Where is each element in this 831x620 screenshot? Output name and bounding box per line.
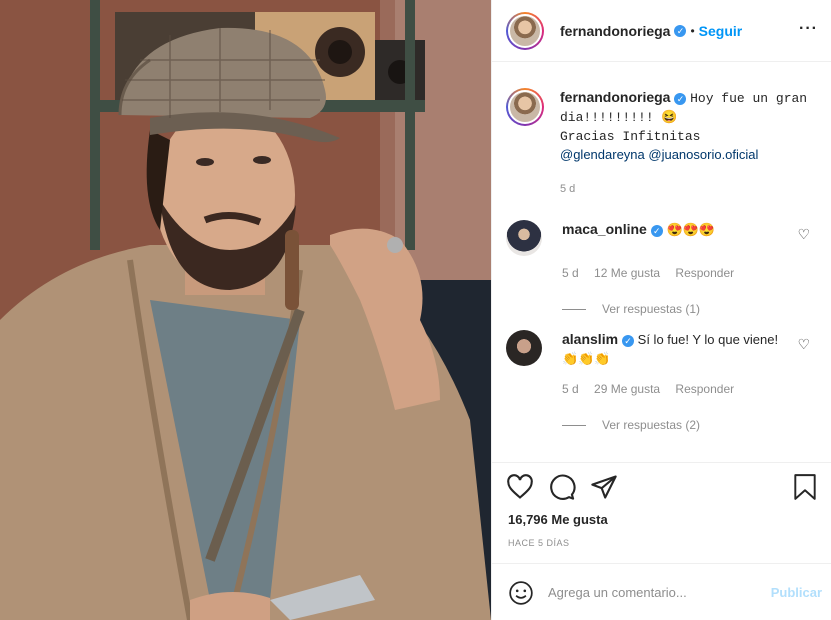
caption-avatar[interactable] [506,88,544,126]
comment-likes[interactable]: 29 Me gusta [594,382,660,396]
post-header: fernandonoriega ✓ • Seguir ··· [492,0,831,62]
comment-item: maca_online ✓ 😍😍😍 ♡ 5 d 12 Me gusta Respo… [506,220,826,316]
author-username[interactable]: fernandonoriega [560,23,670,39]
likes-count[interactable]: 16,796 Me gusta [508,512,608,527]
caption-username[interactable]: fernandonoriega [560,89,670,105]
caption-text-line3: Gracias Infitnitas [560,129,701,144]
replies-divider [562,308,586,310]
comment-input[interactable]: Agrega un comentario... [548,585,771,600]
commenter-avatar[interactable] [506,330,542,366]
commenter-username[interactable]: maca_online [562,221,647,237]
view-replies-button[interactable]: Ver respuestas (1) [602,302,700,316]
view-replies-button[interactable]: Ver respuestas (2) [602,418,700,432]
comment-text: 😍😍😍 [666,222,716,237]
comment-likes[interactable]: 12 Me gusta [594,266,660,280]
action-bar: 16,796 Me gusta HACE 5 DÍAS Agrega un co… [492,462,831,620]
author-avatar[interactable] [506,11,544,50]
post-timestamp: HACE 5 DÍAS [508,538,570,548]
verified-icon: ✓ [650,225,663,237]
reply-button[interactable]: Responder [675,266,734,280]
comment-item: alanslim ✓ Sí lo fue! Y lo que viene!👏👏👏 … [506,330,826,432]
add-comment-bar: Agrega un comentario... Publicar [492,563,831,620]
comment-icon[interactable] [548,473,576,501]
post-caption: fernandonoriega ✓ Hoy fue un gran dia!!!!… [506,88,826,198]
caption-age: 5 d [560,183,576,195]
publish-button[interactable]: Publicar [771,585,822,600]
reply-button[interactable]: Responder [675,382,734,396]
replies-divider [562,424,586,426]
post-sidebar: fernandonoriega ✓ • Seguir ··· fernandon… [491,0,831,620]
commenter-username[interactable]: alanslim [562,331,618,347]
verified-icon: ✓ [674,93,687,105]
mention-link[interactable]: @juanosorio.oficial [648,147,758,162]
more-options-icon[interactable]: ··· [799,20,818,38]
follow-button[interactable]: Seguir [699,23,743,39]
caption-text-line1: Hoy fue un gran [690,91,808,106]
share-icon[interactable] [590,473,618,501]
commenter-avatar[interactable] [506,220,542,256]
caption-text-line2: dia!!!!!!!!! 😆 [560,110,678,125]
comment-age: 5 d [562,266,579,280]
bookmark-icon[interactable] [792,473,818,501]
verified-icon: ✓ [622,335,635,347]
mention-link[interactable]: @glendareyna [560,147,645,162]
separator-dot: • [690,23,695,38]
post-photo[interactable] [0,0,491,620]
emoji-icon[interactable] [508,580,534,606]
man-in-cap-illustration [0,0,491,620]
heart-icon[interactable] [506,473,534,501]
like-comment-heart-icon[interactable]: ♡ [797,226,810,243]
comment-age: 5 d [562,382,579,396]
verified-icon: ✓ [674,24,687,37]
like-comment-heart-icon[interactable]: ♡ [797,336,810,353]
